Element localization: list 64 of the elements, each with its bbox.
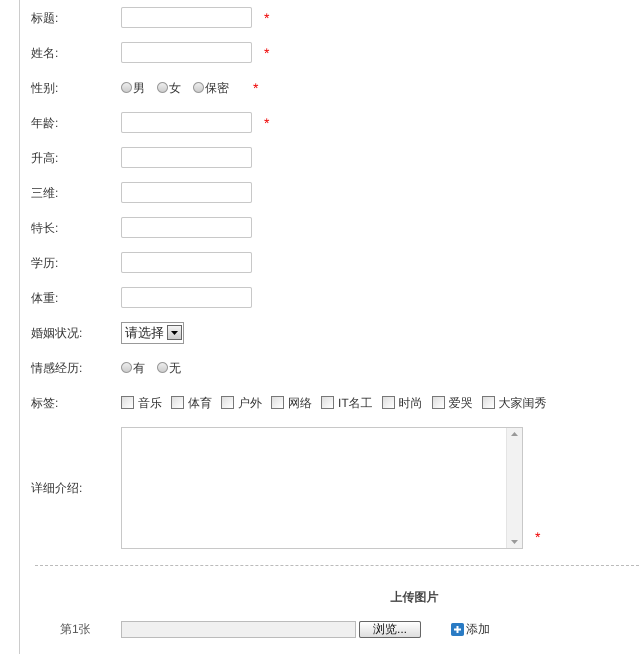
plus-icon: [451, 622, 464, 636]
required-mark: *: [253, 80, 258, 94]
field-label: 特长:: [30, 220, 60, 236]
checkbox[interactable]: [321, 396, 334, 409]
field-label: 姓名:: [30, 44, 60, 62]
text-field[interactable]: [121, 182, 252, 203]
section-title: 上传图片: [390, 589, 438, 606]
radio-label: 男: [133, 80, 145, 96]
checkbox-label: 音乐: [138, 394, 162, 412]
field-label: 学历:: [30, 254, 60, 272]
checkbox-label: 时尚: [398, 394, 423, 412]
checkbox[interactable]: [121, 396, 134, 409]
required-mark: *: [535, 529, 540, 545]
browse-button[interactable]: 浏览...: [359, 620, 421, 638]
text-field[interactable]: [121, 42, 252, 63]
checkbox[interactable]: [432, 396, 445, 409]
file-field[interactable]: [121, 620, 356, 638]
checkbox-label: 户外: [238, 394, 262, 412]
checkbox[interactable]: [382, 396, 395, 409]
field-label: 标签:: [30, 394, 60, 412]
checkbox-label: 体育: [188, 394, 212, 412]
field-label: 三维:: [30, 184, 60, 202]
checkbox-label: IT名工: [338, 394, 373, 412]
radio-label: 女: [169, 80, 181, 96]
checkbox[interactable]: [482, 396, 495, 409]
checkbox-label: 网络: [288, 394, 312, 412]
text-area[interactable]: [121, 427, 523, 549]
field-label: 情感经历:: [30, 360, 84, 376]
field-label: 详细介绍:: [30, 480, 84, 497]
radio-button[interactable]: [157, 82, 168, 93]
required-mark: *: [264, 10, 270, 24]
text-field[interactable]: [121, 147, 252, 168]
required-mark: *: [264, 116, 270, 130]
text-field[interactable]: [121, 252, 252, 273]
checkbox-label: 大家闺秀: [498, 394, 547, 412]
radio-button[interactable]: [157, 362, 168, 373]
text-field[interactable]: [121, 217, 252, 238]
field-label: 婚姻状况:: [30, 324, 84, 342]
radio-label: 保密: [205, 80, 229, 96]
scroll-up-icon[interactable]: [511, 432, 518, 436]
add-link[interactable]: 添加: [451, 620, 490, 638]
radio-button[interactable]: [121, 362, 132, 373]
scrollbar[interactable]: [506, 428, 522, 548]
required-mark: *: [264, 46, 270, 60]
radio-label: 有: [133, 360, 145, 376]
field-label: 年龄:: [30, 114, 60, 132]
field-label: 性别:: [30, 80, 60, 96]
field-label: 标题:: [30, 10, 60, 26]
checkbox[interactable]: [271, 396, 284, 409]
field-label: 升高:: [30, 150, 60, 166]
row-label: 第1张: [59, 621, 92, 638]
radio-button[interactable]: [121, 82, 132, 93]
dropdown[interactable]: 请选择: [121, 322, 184, 344]
text-field[interactable]: [121, 112, 252, 133]
text-field[interactable]: [121, 7, 252, 28]
radio-button[interactable]: [193, 82, 204, 93]
field-label: 体重:: [30, 290, 60, 306]
radio-label: 无: [169, 360, 181, 376]
text-field[interactable]: [121, 287, 252, 308]
scroll-down-icon[interactable]: [511, 540, 518, 544]
checkbox-label: 爱哭: [448, 394, 473, 412]
checkbox[interactable]: [171, 396, 184, 409]
checkbox[interactable]: [221, 396, 234, 409]
caret-icon: [167, 325, 182, 340]
